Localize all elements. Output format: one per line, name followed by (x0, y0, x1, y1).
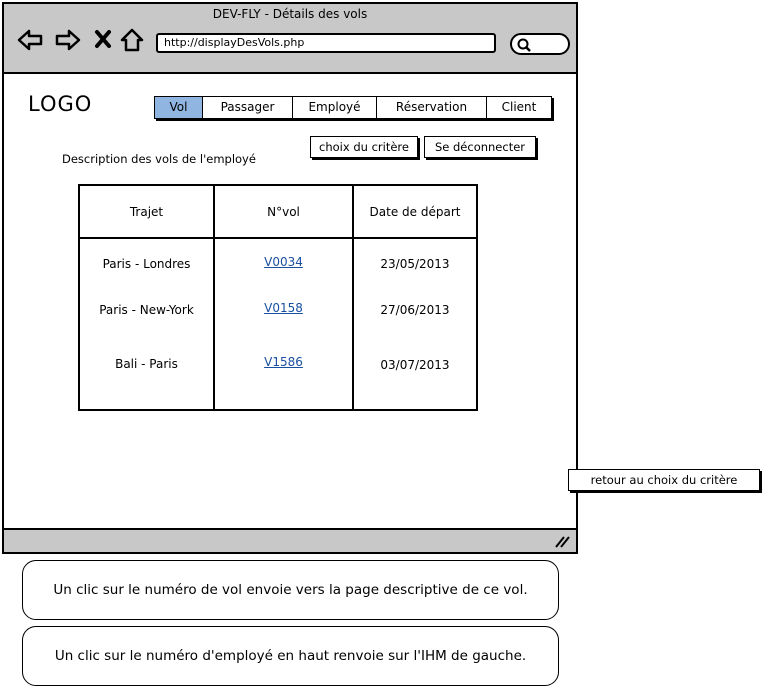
choose-criterion-button[interactable]: choix du critère (310, 136, 418, 158)
annotation-note: Un clic sur le numéro d'employé en haut … (22, 626, 559, 686)
cell-date: 03/07/2013 (380, 358, 450, 372)
tab-client[interactable]: Client (487, 97, 551, 118)
logo: LOGO (28, 92, 93, 116)
browser-toolbar: DEV-FLY - Détails des vols http://displa… (4, 4, 576, 74)
browser-window: DEV-FLY - Détails des vols http://displa… (2, 2, 578, 554)
back-arrow-icon[interactable] (16, 26, 44, 54)
flight-number-link[interactable]: V0158 (264, 301, 303, 315)
annotation-note: Un clic sur le numéro de vol envoie vers… (22, 560, 559, 620)
nav-tabs: Vol Passager Employé Réservation Client (154, 96, 552, 119)
url-input[interactable]: http://displayDesVols.php (156, 33, 496, 53)
back-to-criterion-button[interactable]: retour au choix du critère (568, 469, 760, 491)
tab-vol[interactable]: Vol (155, 97, 203, 118)
header-departure-date: Date de départ (369, 205, 461, 219)
cell-route: Bali - Paris (115, 357, 178, 371)
cell-route: Paris - New-York (99, 303, 194, 317)
tab-reservation[interactable]: Réservation (377, 97, 487, 118)
tab-employe[interactable]: Employé (293, 97, 377, 118)
header-route: Trajet (129, 205, 164, 219)
resize-grip-icon[interactable] (554, 534, 570, 548)
page-description: Description des vols de l'employé (62, 152, 256, 166)
status-bar (4, 528, 576, 552)
cell-date: 27/06/2013 (380, 303, 450, 317)
cell-date: 23/05/2013 (380, 257, 450, 271)
flights-table: Trajet N°vol Date de départ Paris - Lond… (78, 184, 478, 411)
search-field[interactable] (510, 33, 570, 55)
header-flight-number: N°vol (267, 205, 300, 219)
close-icon[interactable] (92, 26, 120, 54)
tab-passager[interactable]: Passager (203, 97, 293, 118)
home-icon[interactable] (118, 26, 146, 54)
cell-route: Paris - Londres (102, 257, 191, 271)
flight-number-link[interactable]: V0034 (264, 255, 303, 269)
search-icon (517, 38, 531, 52)
forward-arrow-icon[interactable] (54, 26, 82, 54)
logout-button[interactable]: Se déconnecter (424, 136, 536, 158)
window-title: DEV-FLY - Détails des vols (212, 7, 368, 21)
flight-number-link[interactable]: V1586 (264, 355, 303, 369)
